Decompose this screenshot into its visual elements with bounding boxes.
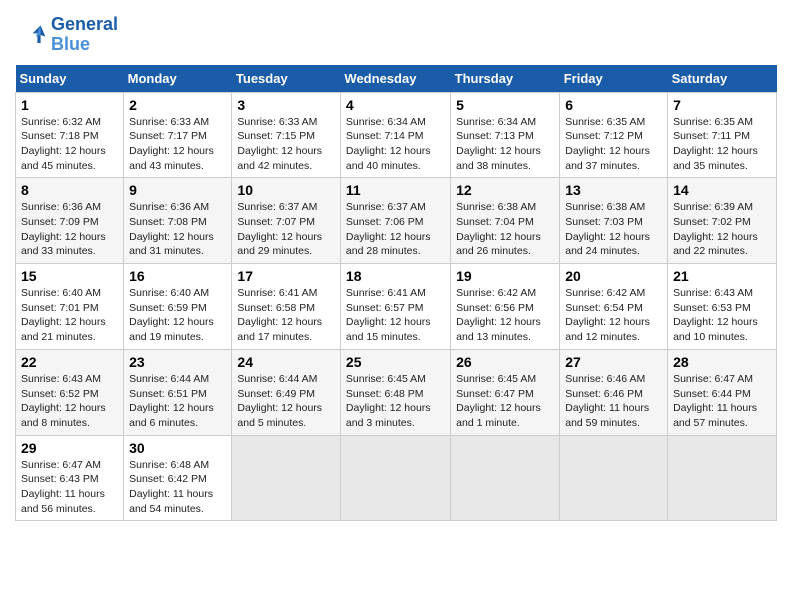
calendar-cell: 21Sunrise: 6:43 AMSunset: 6:53 PMDayligh… (668, 264, 777, 350)
calendar-cell: 5Sunrise: 6:34 AMSunset: 7:13 PMDaylight… (451, 92, 560, 178)
calendar-cell: 30Sunrise: 6:48 AMSunset: 6:42 PMDayligh… (124, 435, 232, 521)
calendar-cell: 4Sunrise: 6:34 AMSunset: 7:14 PMDaylight… (340, 92, 450, 178)
calendar-cell: 22Sunrise: 6:43 AMSunset: 6:52 PMDayligh… (16, 349, 124, 435)
calendar-cell: 1Sunrise: 6:32 AMSunset: 7:18 PMDaylight… (16, 92, 124, 178)
column-header-friday: Friday (560, 65, 668, 93)
column-header-monday: Monday (124, 65, 232, 93)
calendar-cell (451, 435, 560, 521)
calendar-row: 8Sunrise: 6:36 AMSunset: 7:09 PMDaylight… (16, 178, 777, 264)
calendar-row: 22Sunrise: 6:43 AMSunset: 6:52 PMDayligh… (16, 349, 777, 435)
calendar-cell (668, 435, 777, 521)
calendar-cell: 6Sunrise: 6:35 AMSunset: 7:12 PMDaylight… (560, 92, 668, 178)
calendar-cell: 10Sunrise: 6:37 AMSunset: 7:07 PMDayligh… (232, 178, 341, 264)
calendar-cell: 14Sunrise: 6:39 AMSunset: 7:02 PMDayligh… (668, 178, 777, 264)
logo-text: General Blue (51, 15, 118, 55)
calendar-cell: 13Sunrise: 6:38 AMSunset: 7:03 PMDayligh… (560, 178, 668, 264)
calendar-row: 15Sunrise: 6:40 AMSunset: 7:01 PMDayligh… (16, 264, 777, 350)
calendar-cell: 19Sunrise: 6:42 AMSunset: 6:56 PMDayligh… (451, 264, 560, 350)
calendar-cell: 18Sunrise: 6:41 AMSunset: 6:57 PMDayligh… (340, 264, 450, 350)
column-header-tuesday: Tuesday (232, 65, 341, 93)
calendar-row: 1Sunrise: 6:32 AMSunset: 7:18 PMDaylight… (16, 92, 777, 178)
calendar-cell: 2Sunrise: 6:33 AMSunset: 7:17 PMDaylight… (124, 92, 232, 178)
calendar-cell: 28Sunrise: 6:47 AMSunset: 6:44 PMDayligh… (668, 349, 777, 435)
calendar-cell: 25Sunrise: 6:45 AMSunset: 6:48 PMDayligh… (340, 349, 450, 435)
logo: General Blue (15, 15, 118, 55)
calendar-cell (340, 435, 450, 521)
column-header-saturday: Saturday (668, 65, 777, 93)
calendar-cell: 24Sunrise: 6:44 AMSunset: 6:49 PMDayligh… (232, 349, 341, 435)
calendar-cell (232, 435, 341, 521)
calendar-cell: 17Sunrise: 6:41 AMSunset: 6:58 PMDayligh… (232, 264, 341, 350)
column-header-sunday: Sunday (16, 65, 124, 93)
calendar-cell: 9Sunrise: 6:36 AMSunset: 7:08 PMDaylight… (124, 178, 232, 264)
column-header-thursday: Thursday (451, 65, 560, 93)
calendar-table: SundayMondayTuesdayWednesdayThursdayFrid… (15, 65, 777, 522)
calendar-cell: 26Sunrise: 6:45 AMSunset: 6:47 PMDayligh… (451, 349, 560, 435)
calendar-cell: 29Sunrise: 6:47 AMSunset: 6:43 PMDayligh… (16, 435, 124, 521)
calendar-cell: 20Sunrise: 6:42 AMSunset: 6:54 PMDayligh… (560, 264, 668, 350)
calendar-cell: 11Sunrise: 6:37 AMSunset: 7:06 PMDayligh… (340, 178, 450, 264)
calendar-cell (560, 435, 668, 521)
page-header: General Blue (15, 15, 777, 55)
calendar-cell: 15Sunrise: 6:40 AMSunset: 7:01 PMDayligh… (16, 264, 124, 350)
calendar-cell: 3Sunrise: 6:33 AMSunset: 7:15 PMDaylight… (232, 92, 341, 178)
calendar-cell: 7Sunrise: 6:35 AMSunset: 7:11 PMDaylight… (668, 92, 777, 178)
calendar-cell: 12Sunrise: 6:38 AMSunset: 7:04 PMDayligh… (451, 178, 560, 264)
calendar-row: 29Sunrise: 6:47 AMSunset: 6:43 PMDayligh… (16, 435, 777, 521)
logo-icon (15, 19, 47, 51)
column-header-wednesday: Wednesday (340, 65, 450, 93)
calendar-cell: 8Sunrise: 6:36 AMSunset: 7:09 PMDaylight… (16, 178, 124, 264)
calendar-cell: 16Sunrise: 6:40 AMSunset: 6:59 PMDayligh… (124, 264, 232, 350)
calendar-cell: 23Sunrise: 6:44 AMSunset: 6:51 PMDayligh… (124, 349, 232, 435)
calendar-cell: 27Sunrise: 6:46 AMSunset: 6:46 PMDayligh… (560, 349, 668, 435)
